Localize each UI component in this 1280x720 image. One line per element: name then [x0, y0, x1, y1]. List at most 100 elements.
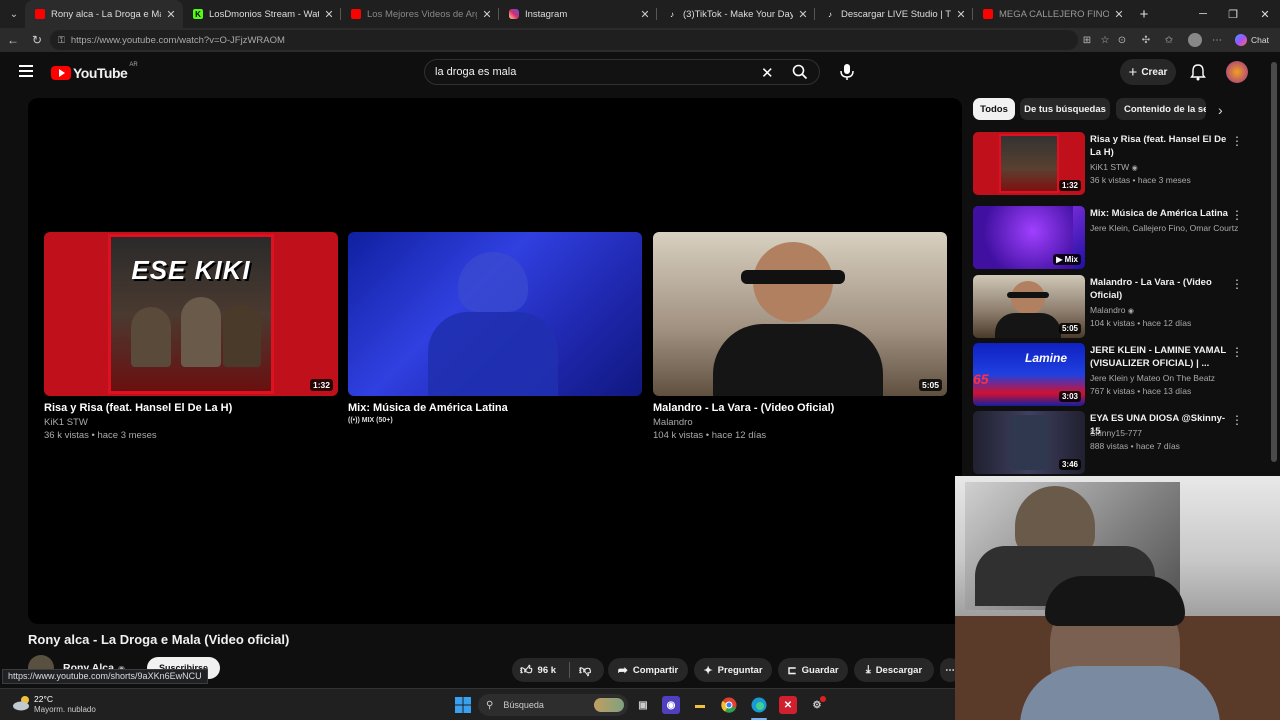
endscreen-channel[interactable]: KiK1 STW [44, 417, 338, 428]
minimize-icon[interactable]: ─ [1188, 0, 1218, 28]
close-tab-icon[interactable]: ✕ [797, 8, 809, 21]
recommended-video[interactable]: 65 Lamine 3:03 JERE KLEIN - LAMINE YAMAL… [973, 343, 1263, 407]
video-player[interactable]: ESE KIKI 1:32 Risa y Risa (feat. Hansel … [28, 98, 962, 624]
address-bar[interactable]: ⚿ https://www.youtube.com/watch?v=O-JFjz… [50, 30, 1078, 50]
close-tab-icon[interactable]: ✕ [639, 8, 651, 21]
notifications-icon[interactable]: ⊙ [1115, 33, 1129, 47]
endscreen-thumbnail[interactable]: 5:05 [653, 232, 947, 396]
browser-tab[interactable]: ♪ (3)TikTok - Make Your Day ✕ [657, 0, 815, 28]
close-window-icon[interactable]: ✕ [1250, 0, 1280, 28]
extensions-icon[interactable]: ✣ [1139, 33, 1153, 47]
weather-temperature[interactable]: 22°C [34, 694, 53, 704]
like-icon[interactable]: 👍︎ [520, 663, 533, 678]
browser-tab[interactable]: Los Mejores Videos de Argentina ✕ [341, 0, 499, 28]
weather-description[interactable]: Mayorm. nublado [34, 705, 96, 714]
more-vertical-icon[interactable]: ⋮ [1231, 413, 1243, 427]
notifications-bell-icon[interactable] [1190, 63, 1206, 81]
recommended-thumbnail[interactable]: 5:05 [973, 275, 1085, 338]
browser-tab[interactable]: Instagram ✕ [499, 0, 657, 28]
scrollbar-thumb[interactable] [1271, 62, 1277, 462]
site-info-icon[interactable]: ⚿ [58, 35, 65, 46]
capcut-icon[interactable]: ✕ [779, 696, 797, 714]
recommended-title[interactable]: JERE KLEIN - LAMINE YAMAL (VISUALIZER OF… [1090, 344, 1230, 370]
endscreen-card[interactable]: ESE KIKI 1:32 Risa y Risa (feat. Hansel … [44, 232, 338, 441]
task-view-icon[interactable]: ▣ [634, 696, 652, 714]
close-tab-icon[interactable]: ✕ [955, 8, 967, 21]
ask-button[interactable]: ✦ Preguntar [694, 658, 772, 682]
share-button[interactable]: ➦ Compartir [608, 658, 688, 682]
close-tab-icon[interactable]: ✕ [165, 8, 177, 21]
browser-tab[interactable]: ♪ Descargar LIVE Studio | TikTok ✕ [815, 0, 973, 28]
app-available-icon[interactable]: ⊞ [1080, 33, 1094, 47]
recommended-thumbnail[interactable]: ▶ Mix [973, 206, 1085, 269]
chrome-icon[interactable] [720, 696, 738, 714]
weather-cloud-icon[interactable] [12, 694, 32, 712]
favorite-star-icon[interactable]: ☆ [1098, 33, 1112, 47]
edge-icon[interactable] [750, 696, 768, 714]
recommended-thumbnail[interactable]: 1:32 [973, 132, 1085, 195]
save-button[interactable]: ⊏ Guardar [778, 658, 848, 682]
recommended-video[interactable]: 1:32 Risa y Risa (feat. Hansel El De La … [973, 132, 1263, 196]
endscreen-card[interactable]: Mix: Música de América Latina ((•)) MIX … [348, 232, 642, 424]
file-explorer-icon[interactable]: ▬ [691, 696, 709, 714]
hamburger-menu-icon[interactable] [19, 65, 33, 77]
recommended-video[interactable]: 5:05 Malandro - La Vara - (Video Oficial… [973, 275, 1263, 339]
search-icon[interactable] [791, 63, 809, 81]
reload-icon[interactable]: ↻ [28, 31, 46, 49]
browser-tab[interactable]: MEGA CALLEJERO FINO RKT (VIDE ✕ [973, 0, 1131, 28]
browser-tab[interactable]: K LosDmonios Stream - Watch Live o ✕ [183, 0, 341, 28]
profile-avatar-icon[interactable] [1188, 33, 1202, 47]
back-icon[interactable]: ← [4, 31, 22, 49]
endscreen-card[interactable]: 5:05 Malandro - La Vara - (Video Oficial… [653, 232, 947, 441]
more-menu-icon[interactable]: ⋯ [1210, 33, 1224, 47]
new-tab-button[interactable]: + [1131, 6, 1157, 23]
teams-icon[interactable]: ◉ [662, 696, 680, 714]
account-avatar[interactable] [1226, 61, 1248, 83]
more-vertical-icon[interactable]: ⋮ [1231, 134, 1243, 148]
recommended-thumbnail[interactable]: 65 Lamine 3:03 [973, 343, 1085, 406]
recommended-title[interactable]: Malandro - La Vara - (Video Oficial) [1090, 276, 1230, 302]
chip-from-searches[interactable]: De tus búsquedas [1020, 98, 1110, 120]
more-vertical-icon[interactable]: ⋮ [1231, 277, 1243, 291]
voice-search-icon[interactable] [838, 62, 856, 82]
endscreen-thumbnail[interactable] [348, 232, 642, 396]
browser-tab-active[interactable]: Rony alca - La Droga e Mala (Vide ✕ [25, 0, 183, 28]
tab-actions-menu-icon[interactable]: ⌄ [3, 4, 25, 24]
close-tab-icon[interactable]: ✕ [481, 8, 493, 21]
endscreen-title[interactable]: Risa y Risa (feat. Hansel El De La H) [44, 402, 338, 414]
more-vertical-icon[interactable]: ⋮ [1231, 345, 1243, 359]
page-scrollbar[interactable] [1268, 52, 1280, 476]
close-tab-icon[interactable]: ✕ [323, 8, 335, 21]
maximize-icon[interactable]: ❐ [1218, 0, 1248, 28]
create-button[interactable]: + Crear [1120, 59, 1176, 85]
dislike-icon[interactable]: 👎︎ [579, 663, 591, 678]
chip-series[interactable]: Contenido de la ser [1116, 98, 1206, 120]
search-input[interactable] [435, 66, 755, 78]
endscreen-channel[interactable]: Malandro [653, 417, 947, 428]
favorites-icon[interactable]: ✩ [1162, 33, 1176, 47]
recommended-channel-line[interactable]: Malandro ◉ [1090, 305, 1240, 315]
recommended-title[interactable]: Mix: Música de América Latina [1090, 207, 1230, 220]
endscreen-title[interactable]: Mix: Música de América Latina [348, 402, 642, 414]
recommended-video[interactable]: ▶ Mix Mix: Música de América Latina Jere… [973, 206, 1263, 270]
download-button[interactable]: ⤓ Descargar [854, 658, 934, 682]
recommended-channel-line[interactable]: KiK1 STW ◉ [1090, 162, 1240, 172]
recommended-channel[interactable]: Jere Klein, Callejero Fino, Omar Courtz … [1090, 223, 1240, 233]
recommended-channel[interactable]: Skinny15-777 [1090, 428, 1240, 438]
close-tab-icon[interactable]: ✕ [1113, 8, 1125, 21]
taskbar-search-box[interactable]: ⚲ Búsqueda [478, 694, 628, 716]
recommended-channel[interactable]: Jere Klein y Mateo On The Beatz [1090, 373, 1240, 383]
recommended-title[interactable]: Risa y Risa (feat. Hansel El De La H) [1090, 133, 1230, 159]
recommended-video[interactable]: 3:46 EYA ES UNA DIOSA @Skinny-15 Skinny1… [973, 411, 1263, 475]
chevron-right-icon[interactable]: › [1218, 102, 1223, 118]
youtube-logo[interactable]: YouTube AR [51, 62, 138, 81]
windows-start-icon[interactable] [454, 696, 472, 714]
endscreen-thumbnail[interactable]: ESE KIKI 1:32 [44, 232, 338, 396]
copilot-chat-button[interactable]: Chat [1235, 33, 1275, 47]
like-count[interactable]: 96 k [538, 665, 557, 676]
more-vertical-icon[interactable]: ⋮ [1231, 208, 1243, 222]
chip-all[interactable]: Todos [973, 98, 1015, 120]
clear-search-icon[interactable]: ✕ [761, 64, 774, 82]
endscreen-title[interactable]: Malandro - La Vara - (Video Oficial) [653, 402, 947, 414]
recommended-thumbnail[interactable]: 3:46 [973, 411, 1085, 474]
